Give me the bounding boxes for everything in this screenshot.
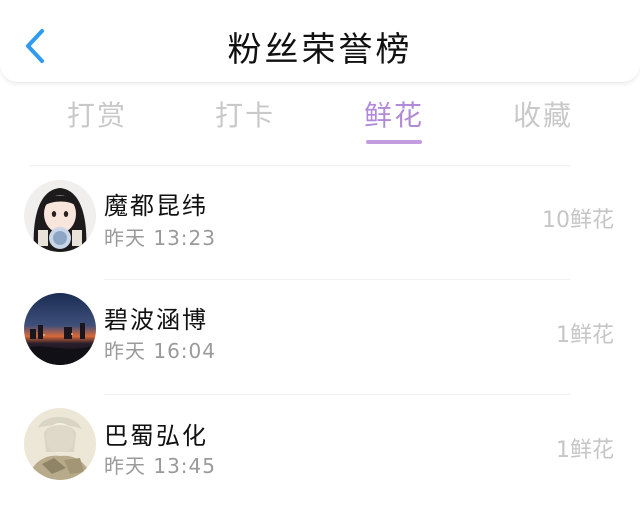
list-item[interactable]: 巴蜀弘化 昨天 13:45 1鲜花 <box>0 400 640 512</box>
divider <box>30 165 570 166</box>
flower-count: 1鲜花 <box>556 438 614 463</box>
tab-reward[interactable]: 打赏 <box>52 94 142 134</box>
flower-count: 10鲜花 <box>542 208 614 233</box>
tab-flowers[interactable]: 鲜花 <box>349 94 439 134</box>
tab-checkin[interactable]: 打卡 <box>200 94 290 134</box>
tab-favorites[interactable]: 收藏 <box>498 94 588 134</box>
timestamp: 昨天 16:04 <box>104 339 216 363</box>
avatar[interactable] <box>24 293 96 365</box>
avatar[interactable] <box>24 180 96 252</box>
list-item[interactable]: 碧波涵博 昨天 16:04 1鲜花 <box>0 285 640 397</box>
username: 碧波涵博 <box>104 306 208 334</box>
active-tab-indicator <box>366 140 422 144</box>
timestamp: 昨天 13:45 <box>104 454 216 478</box>
username: 魔都昆纬 <box>104 192 208 220</box>
list-item[interactable]: 魔都昆纬 昨天 13:23 10鲜花 <box>0 170 640 282</box>
avatar[interactable] <box>24 408 96 480</box>
divider <box>104 394 570 395</box>
tab-bar: 打赏 打卡 鲜花 收藏 <box>0 88 640 150</box>
timestamp: 昨天 13:23 <box>104 226 216 250</box>
divider <box>104 279 570 280</box>
header-bar: 粉丝荣誉榜 <box>0 0 640 83</box>
flower-count: 1鲜花 <box>556 323 614 348</box>
page-title: 粉丝荣誉榜 <box>227 30 413 70</box>
username: 巴蜀弘化 <box>104 422 208 450</box>
